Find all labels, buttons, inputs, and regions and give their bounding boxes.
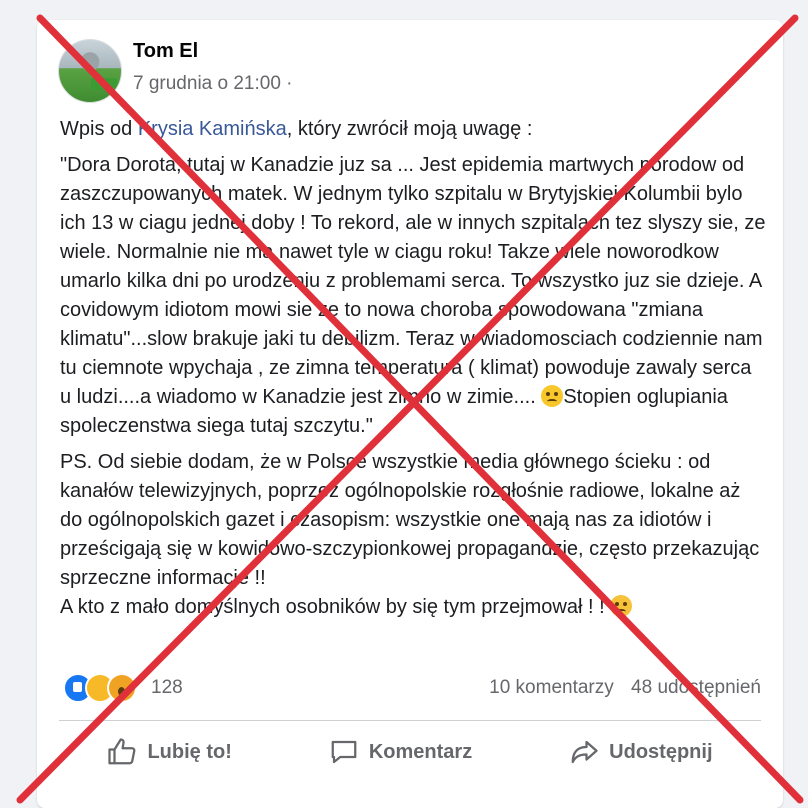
post-timestamp[interactable]: 7 grudnia o 21:00 · <box>133 73 293 95</box>
intro-prefix: Wpis od <box>60 118 138 140</box>
reactions-summary[interactable]: 128 <box>63 673 183 703</box>
like-button[interactable]: Lubię to! <box>107 737 232 767</box>
smirking-emoji-icon <box>610 595 633 617</box>
post-paragraph-ps: PS. Od siebie dodam, że w Polsce wszystk… <box>60 448 766 593</box>
share-button-label: Udostępnij <box>609 740 713 763</box>
post-actions-bar: Lubię to! Komentarz Udostępnij <box>59 730 761 774</box>
mentioned-user-link[interactable]: Krysia Kamińska <box>138 118 287 140</box>
intro-suffix: , który zwrócił moją uwagę : <box>286 118 533 140</box>
post-stats: 10 komentarzy 48 udostępnień <box>489 677 761 699</box>
author-avatar[interactable] <box>58 39 122 103</box>
reaction-count[interactable]: 128 <box>151 677 183 699</box>
like-button-label: Lubię to! <box>147 740 232 763</box>
wow-reaction-icon <box>107 673 137 703</box>
post-text: Wpis od Krysia Kamińska, który zwrócił m… <box>60 115 766 629</box>
facebook-post-card: Tom El 7 grudnia o 21:00 · Wpis od Krysi… <box>37 20 783 808</box>
rolling-eyes-emoji-icon <box>541 385 564 407</box>
post-paragraph-quote: "Dora Dorota, tutaj w Kanadzie juz sa ..… <box>60 151 766 441</box>
share-icon <box>571 740 598 764</box>
quote-text: "Dora Dorota, tutaj w Kanadzie juz sa ..… <box>60 154 766 408</box>
comment-icon <box>331 740 357 764</box>
comments-count-link[interactable]: 10 komentarzy <box>489 677 614 698</box>
shares-count-link[interactable]: 48 udostępnień <box>631 677 761 698</box>
comment-button[interactable]: Komentarz <box>329 737 472 767</box>
avatar-badge <box>91 78 117 90</box>
share-button[interactable]: Udostępnij <box>569 737 713 767</box>
comment-button-label: Komentarz <box>368 740 473 763</box>
author-name[interactable]: Tom El <box>133 40 198 63</box>
thumbs-up-icon <box>108 738 136 765</box>
post-paragraph-intro: Wpis od Krysia Kamińska, który zwrócił m… <box>60 115 766 144</box>
post-paragraph-closing: A kto z mało domyślnych osobników by się… <box>60 593 766 622</box>
actions-divider <box>59 720 761 721</box>
ps-text: PS. Od siebie dodam, że w Polsce wszystk… <box>60 451 760 589</box>
closing-text: A kto z mało domyślnych osobników by się… <box>60 596 605 618</box>
